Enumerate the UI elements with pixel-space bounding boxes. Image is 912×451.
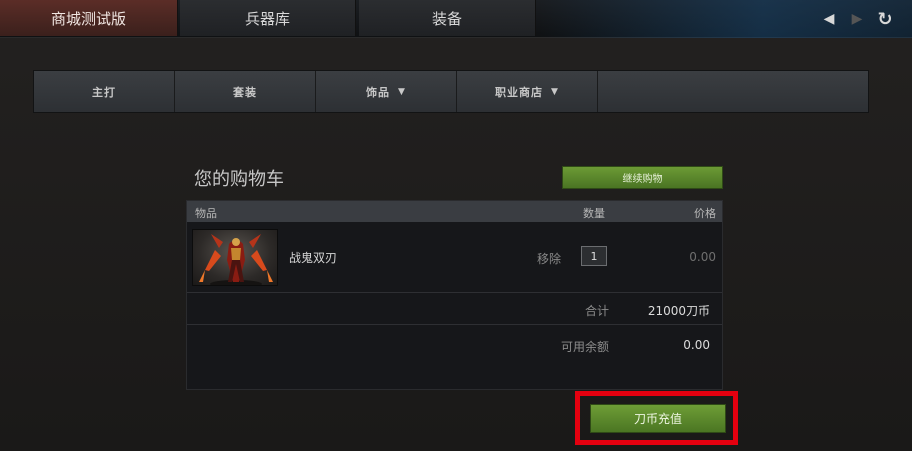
balance-label: 可用余额 <box>560 340 609 354</box>
total-row: 合计 21000刀币 <box>187 294 722 325</box>
header-price: 价格 <box>694 207 716 220</box>
cart-table: 物品 数量 价格 战鬼双刃 移除 1 0.00 合计 21000刀币 可用余额 … <box>186 200 723 390</box>
tab-loadout[interactable]: 装备 <box>359 0 536 36</box>
tab-armory[interactable]: 兵器库 <box>180 0 356 36</box>
table-row: 战鬼双刃 移除 1 0.00 <box>187 222 722 293</box>
cart-table-header: 物品 数量 价格 <box>187 201 722 222</box>
category-label: 饰品 <box>366 85 391 99</box>
refresh-icon[interactable]: ↻ <box>876 9 894 30</box>
cart-title: 您的购物车 <box>194 169 284 190</box>
forward-arrow-icon[interactable]: ▶ <box>848 9 866 29</box>
balance-value: 0.00 <box>683 338 710 352</box>
tab-store-beta[interactable]: 商城测试版 <box>0 0 178 36</box>
top-tab-bar: 商城测试版 兵器库 装备 ◀ ▶ ↻ <box>0 0 912 38</box>
chevron-down-icon: ▼ <box>398 86 406 97</box>
category-label: 职业商店 <box>495 85 544 99</box>
quantity-field[interactable]: 1 <box>581 246 607 266</box>
header-quantity: 数量 <box>583 207 605 220</box>
remove-item-link[interactable]: 移除 <box>537 250 561 267</box>
category-hero-shop[interactable]: 职业商店 ▼ <box>457 71 598 112</box>
category-featured[interactable]: 主打 <box>34 71 175 112</box>
category-items[interactable]: 饰品 ▼ <box>316 71 457 112</box>
category-sets[interactable]: 套装 <box>175 71 316 112</box>
chevron-down-icon: ▼ <box>551 86 559 97</box>
item-price: 0.00 <box>689 250 716 264</box>
total-label: 合计 <box>584 304 609 318</box>
item-thumbnail <box>192 229 278 286</box>
total-value: 21000刀币 <box>647 304 710 318</box>
item-name: 战鬼双刃 <box>289 251 338 265</box>
category-label: 套装 <box>233 85 257 99</box>
recharge-highlight-box: 刀币充值 <box>575 391 738 445</box>
category-bar: 主打 套装 饰品 ▼ 职业商店 ▼ <box>33 70 869 113</box>
recharge-button[interactable]: 刀币充值 <box>590 404 726 433</box>
balance-row: 可用余额 0.00 <box>187 326 722 364</box>
category-bar-filler <box>598 71 868 112</box>
back-arrow-icon[interactable]: ◀ <box>820 9 838 29</box>
header-item: 物品 <box>195 207 217 220</box>
continue-shopping-button[interactable]: 继续购物 <box>562 166 723 189</box>
category-label: 主打 <box>92 85 116 99</box>
